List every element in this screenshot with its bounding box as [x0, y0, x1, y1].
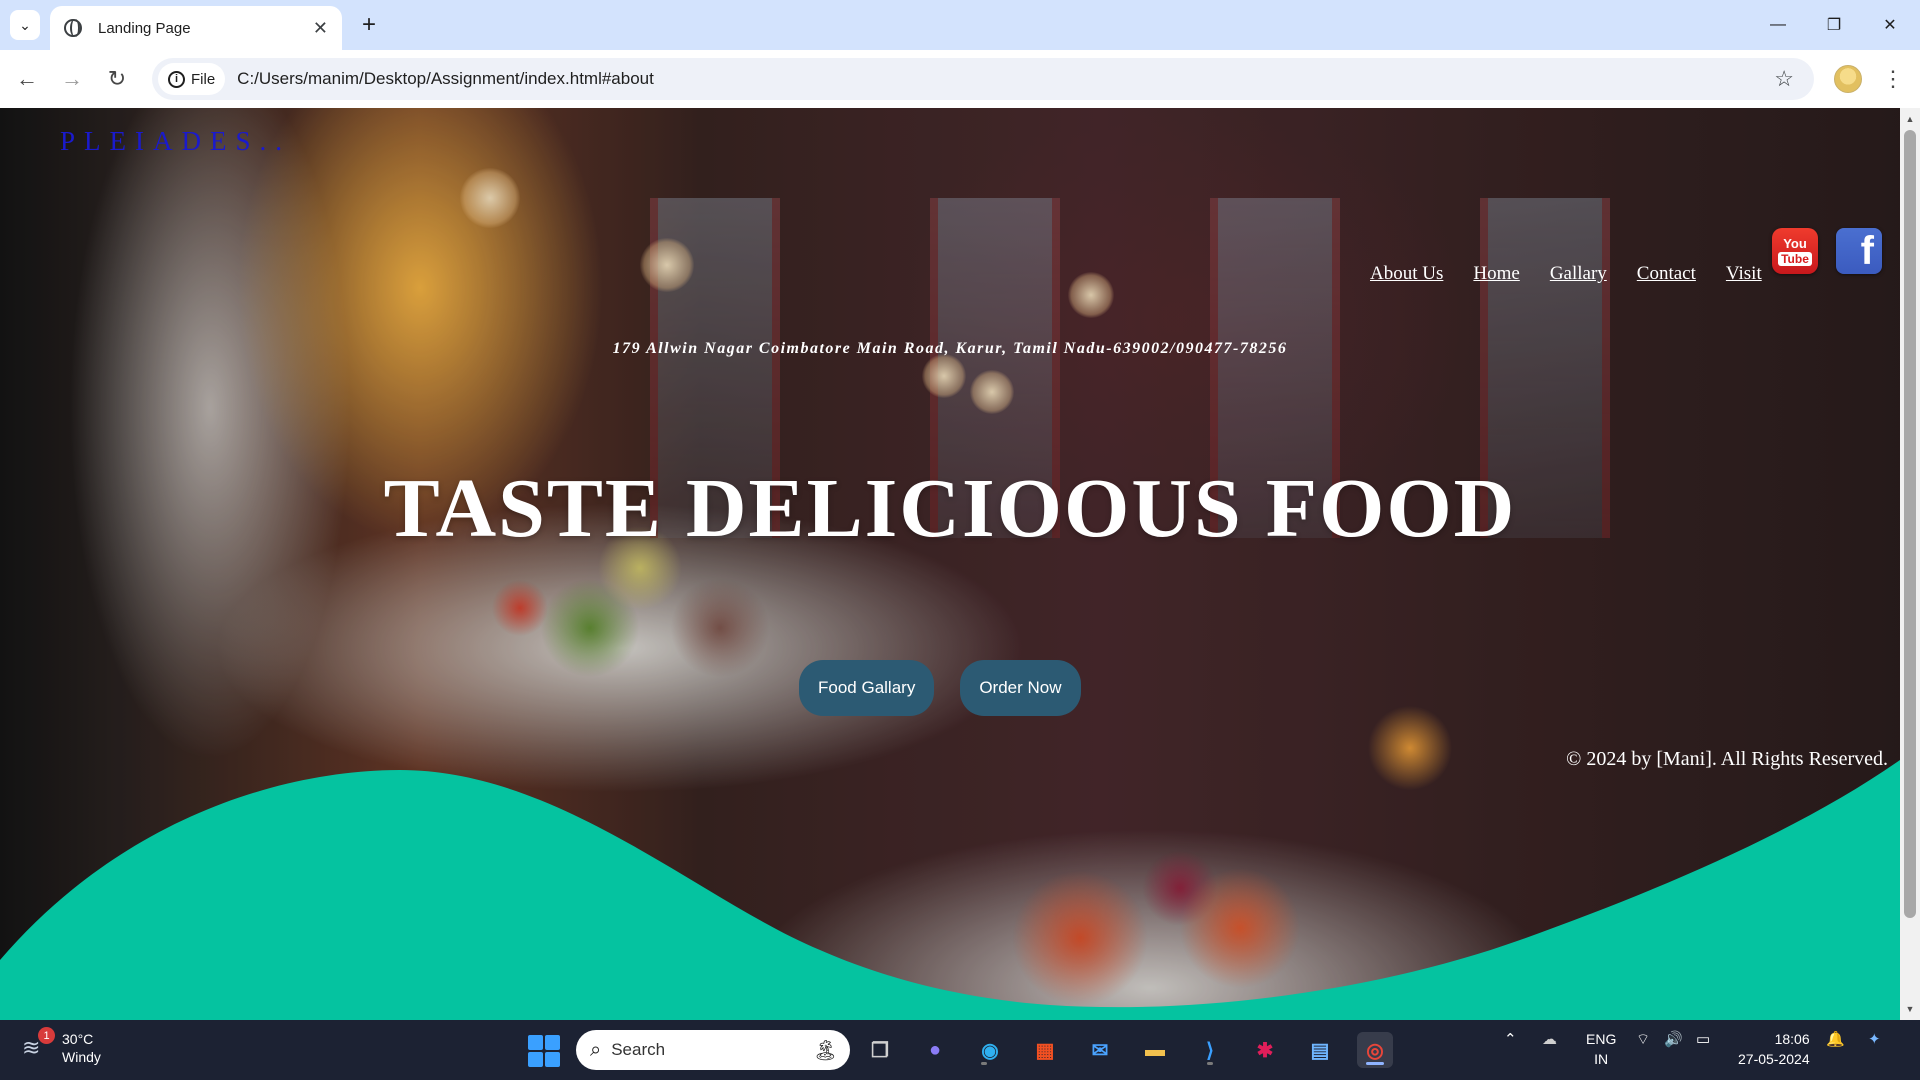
page-viewport: PLEIADES.. About Us Home Gallary Contact…: [0, 108, 1920, 1020]
browser-tab[interactable]: Landing Page ✕: [50, 6, 342, 50]
app-indicator: [981, 1062, 987, 1065]
scroll-up-icon[interactable]: ▲: [1900, 110, 1920, 128]
url-text[interactable]: C:/Users/manim/Desktop/Assignment/index.…: [237, 69, 1774, 89]
windows-taskbar: ≋ 1 30°C Windy ⌕ Search 🏝 ❐ ● ◉ ▦ ✉ ▬ ⟩ …: [0, 1020, 1920, 1080]
cta-buttons: Food Gallary Order Now: [799, 660, 1081, 716]
nav-contact[interactable]: Contact: [1637, 263, 1696, 285]
show-hidden-icons-chevron-icon[interactable]: ⌃: [1504, 1030, 1517, 1048]
youtube-icon-you: You: [1783, 235, 1807, 251]
mail-icon[interactable]: ✉: [1082, 1032, 1118, 1068]
facebook-icon[interactable]: f: [1836, 228, 1882, 274]
nav-home[interactable]: Home: [1473, 263, 1519, 285]
windows-start-icon[interactable]: [528, 1035, 560, 1067]
store-icon[interactable]: ▦: [1027, 1032, 1063, 1068]
food-gallery-button[interactable]: Food Gallary: [799, 660, 935, 716]
browser-menu-icon[interactable]: ⋮: [1878, 62, 1908, 96]
tab-title: Landing Page: [98, 19, 191, 37]
language-region: IN: [1594, 1051, 1609, 1067]
minimize-button[interactable]: —: [1750, 0, 1806, 50]
wind-icon: ≋ 1: [22, 1027, 55, 1061]
address-bar[interactable]: i File C:/Users/manim/Desktop/Assignment…: [152, 58, 1814, 100]
weather-desc: Windy: [62, 1049, 101, 1065]
onedrive-icon[interactable]: ☁: [1542, 1030, 1557, 1048]
weather-temp: 30°C: [62, 1031, 94, 1047]
back-button[interactable]: ←: [10, 62, 44, 96]
tab-search-button[interactable]: ⌄: [10, 10, 40, 40]
volume-icon[interactable]: 🔊: [1664, 1030, 1683, 1048]
slack-icon[interactable]: ✱: [1247, 1032, 1283, 1068]
nav-about-us[interactable]: About Us: [1370, 263, 1443, 285]
profile-avatar[interactable]: [1834, 65, 1862, 93]
close-tab-icon[interactable]: ✕: [313, 18, 328, 39]
wifi-icon[interactable]: ⌔: [1636, 1030, 1650, 1049]
nav-gallary[interactable]: Gallary: [1550, 263, 1607, 285]
language-code: ENG: [1586, 1031, 1617, 1047]
youtube-icon-tube: Tube: [1778, 251, 1812, 266]
copilot-icon[interactable]: ✦: [1868, 1030, 1881, 1048]
page-scrollbar[interactable]: ▲ ▼: [1900, 108, 1920, 1020]
scroll-thumb[interactable]: [1904, 130, 1916, 918]
notepad-icon[interactable]: ▤: [1302, 1032, 1338, 1068]
order-now-button[interactable]: Order Now: [960, 660, 1081, 716]
search-highlight-icon: 🏝: [812, 1039, 838, 1062]
chevron-down-icon: ⌄: [19, 16, 31, 33]
edge-icon[interactable]: ◉: [972, 1032, 1008, 1068]
chrome-icon[interactable]: ◎: [1357, 1032, 1393, 1068]
vscode-icon[interactable]: ⟩: [1192, 1032, 1228, 1068]
restore-button[interactable]: ❐: [1806, 0, 1862, 50]
search-icon: ⌕: [590, 1038, 602, 1061]
app-indicator: [1366, 1062, 1384, 1065]
bookmark-star-icon[interactable]: ☆: [1774, 66, 1794, 92]
clock-time: 18:06: [1774, 1031, 1810, 1047]
browser-toolbar: ← → ↻ i File C:/Users/manim/Desktop/Assi…: [0, 50, 1920, 108]
scroll-down-icon[interactable]: ▼: [1900, 1000, 1920, 1018]
forward-button[interactable]: →: [55, 62, 89, 96]
taskbar-search-label: Search: [611, 1040, 666, 1059]
notification-bell-icon[interactable]: 🔔: [1826, 1030, 1845, 1048]
site-info-chip[interactable]: i File: [158, 63, 226, 95]
task-view-icon[interactable]: ❐: [862, 1032, 898, 1068]
close-window-button[interactable]: ✕: [1862, 0, 1918, 50]
weather-badge: 1: [38, 1027, 55, 1044]
teams-icon[interactable]: ●: [917, 1032, 953, 1068]
globe-icon: [64, 19, 82, 37]
file-explorer-icon[interactable]: ▬: [1137, 1032, 1173, 1068]
weather-widget[interactable]: ≋ 1 30°C Windy: [22, 1027, 101, 1066]
copyright-text: © 2024 by [Mani]. All Rights Reserved.: [1566, 748, 1888, 770]
teal-wave-shape: [0, 760, 1900, 1020]
system-clock[interactable]: 18:06 27-05-2024: [1738, 1029, 1810, 1069]
battery-icon[interactable]: ▭: [1696, 1030, 1710, 1048]
new-tab-button[interactable]: +: [354, 10, 384, 40]
nav-visit[interactable]: Visit: [1726, 263, 1762, 285]
address-text: 179 Allwin Nagar Coimbatore Main Road, K…: [612, 340, 1288, 357]
site-chip-label: File: [191, 70, 216, 88]
hero-headline: TASTE DELICIOOUS FOOD: [383, 462, 1517, 555]
taskbar-search[interactable]: ⌕ Search 🏝: [576, 1030, 850, 1070]
language-indicator[interactable]: ENG IN: [1586, 1029, 1616, 1069]
app-indicator: [1207, 1062, 1213, 1065]
youtube-icon[interactable]: You Tube: [1772, 228, 1818, 274]
brand-logo[interactable]: PLEIADES..: [60, 126, 291, 157]
facebook-icon-letter: f: [1860, 229, 1874, 273]
browser-tab-bar: ⌄ Landing Page ✕ + — ❐ ✕: [0, 0, 1920, 50]
reload-button[interactable]: ↻: [100, 62, 134, 96]
main-nav: About Us Home Gallary Contact Visit: [1370, 263, 1762, 285]
clock-date: 27-05-2024: [1738, 1051, 1810, 1067]
info-icon: i: [168, 70, 185, 88]
